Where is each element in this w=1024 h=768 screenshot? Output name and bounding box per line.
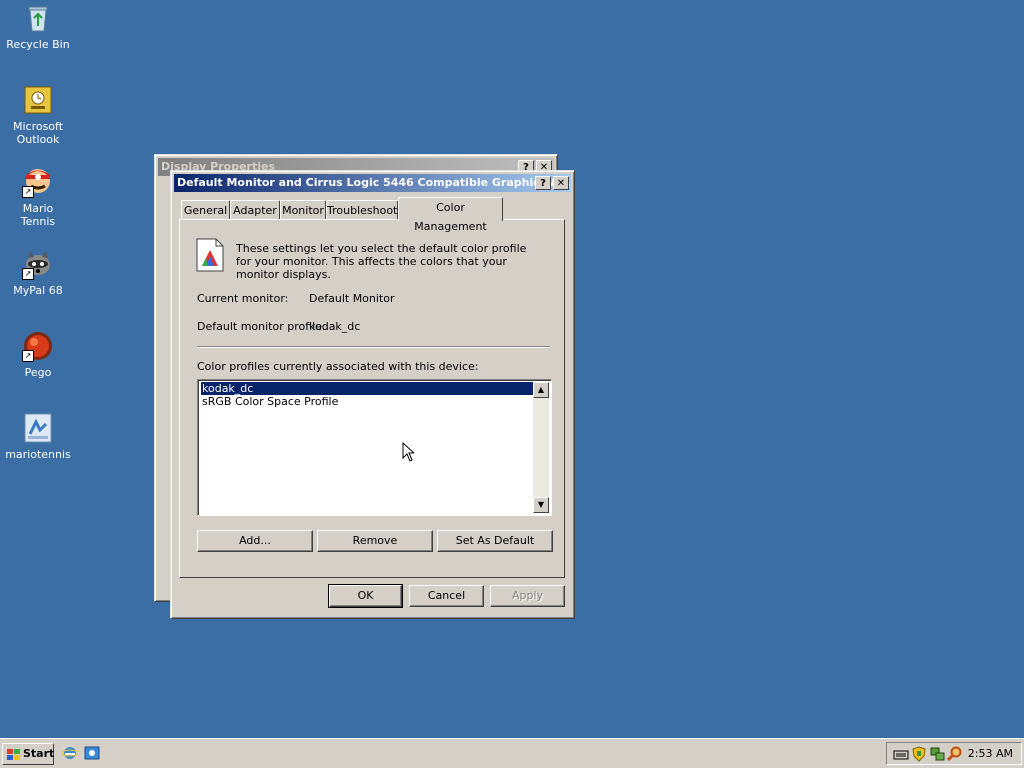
desktop-icon-mypal[interactable]: ↗ MyPal 68 — [4, 248, 72, 297]
desktop-icon-recycle-bin[interactable]: Recycle Bin — [4, 2, 72, 51]
remove-button[interactable]: Remove — [317, 530, 433, 552]
system-tray: 2:53 AM — [886, 742, 1022, 765]
document-icon — [22, 412, 54, 444]
help-button[interactable]: ? — [535, 176, 551, 190]
desktop-icon-label: MyPal 68 — [13, 284, 63, 297]
ok-button[interactable]: OK — [328, 584, 403, 608]
desktop-icon-label: Pego — [24, 366, 52, 379]
desktop-icon-label: mariotennis — [5, 448, 71, 461]
list-item[interactable]: sRGB Color Space Profile — [201, 395, 338, 408]
desktop-icon-mario-tennis[interactable]: ↗ Mario Tennis — [4, 166, 72, 228]
default-profile-value: kodak_dc — [309, 320, 361, 333]
tab-color-management[interactable]: Color Management — [398, 197, 503, 233]
clock[interactable]: 2:53 AM — [968, 747, 1013, 760]
scroll-down-icon[interactable]: ▼ — [533, 497, 549, 513]
mouse-cursor-icon — [402, 441, 416, 462]
desktop-icon-pego[interactable]: ↗ Pego — [4, 330, 72, 379]
cancel-button[interactable]: Cancel — [409, 585, 484, 607]
shortcut-arrow-icon: ↗ — [22, 350, 34, 362]
scroll-up-icon[interactable]: ▲ — [533, 382, 549, 398]
keyboard-icon[interactable] — [893, 746, 909, 762]
separator — [197, 346, 550, 348]
red-ball-icon: ↗ — [22, 330, 54, 362]
description-text: These settings let you select the defaul… — [236, 242, 527, 281]
quick-launch-desktop-icon[interactable] — [84, 745, 100, 761]
raccoon-icon: ↗ — [22, 248, 54, 280]
start-label: Start — [23, 747, 55, 760]
network-icon[interactable] — [929, 746, 945, 762]
dialog-titlebar[interactable]: Default Monitor and Cirrus Logic 5446 Co… — [174, 174, 571, 192]
magnifier-icon[interactable] — [946, 746, 963, 762]
tab-monitor[interactable]: Monitor — [280, 200, 326, 220]
add-button[interactable]: Add... — [197, 530, 313, 552]
list-item[interactable]: kodak_dc — [201, 382, 535, 395]
current-monitor-label: Current monitor: — [197, 292, 289, 305]
outlook-icon — [22, 84, 54, 116]
taskbar: Start 2:53 AM — [0, 738, 1024, 768]
profiles-listbox[interactable]: kodak_dc sRGB Color Space Profile ▲ ▼ — [197, 379, 552, 516]
recycle-bin-icon — [22, 2, 54, 34]
shortcut-arrow-icon: ↗ — [22, 186, 34, 198]
desktop-icon-label: Mario Tennis — [20, 202, 56, 228]
tab-general[interactable]: General — [181, 200, 230, 220]
desktop-icon-label: Recycle Bin — [6, 38, 70, 51]
desktop-icon-label: Microsoft Outlook — [12, 120, 64, 146]
vertical-scrollbar[interactable]: ▲ ▼ — [533, 382, 549, 513]
set-as-default-button[interactable]: Set As Default — [437, 530, 553, 552]
apply-button[interactable]: Apply — [490, 585, 565, 607]
mario-icon: ↗ — [22, 166, 54, 198]
default-profile-label: Default monitor profile: — [197, 320, 326, 333]
windows-logo-icon — [7, 748, 20, 760]
shortcut-arrow-icon: ↗ — [22, 268, 34, 280]
tab-troubleshoot[interactable]: Troubleshoot — [326, 200, 398, 220]
desktop-icon-outlook[interactable]: Microsoft Outlook — [4, 84, 72, 146]
close-button[interactable]: ✕ — [553, 176, 569, 190]
color-profile-icon — [196, 238, 224, 272]
current-monitor-value: Default Monitor — [309, 292, 395, 305]
profiles-list-label: Color profiles currently associated with… — [197, 360, 479, 373]
quick-launch-ie-icon[interactable] — [61, 745, 79, 761]
desktop-icon-mariotennis[interactable]: mariotennis — [4, 412, 72, 461]
tab-adapter[interactable]: Adapter — [230, 200, 280, 220]
start-button[interactable]: Start — [2, 743, 54, 765]
shield-icon[interactable] — [911, 746, 927, 762]
dialog-title: Default Monitor and Cirrus Logic 5446 Co… — [177, 176, 571, 189]
